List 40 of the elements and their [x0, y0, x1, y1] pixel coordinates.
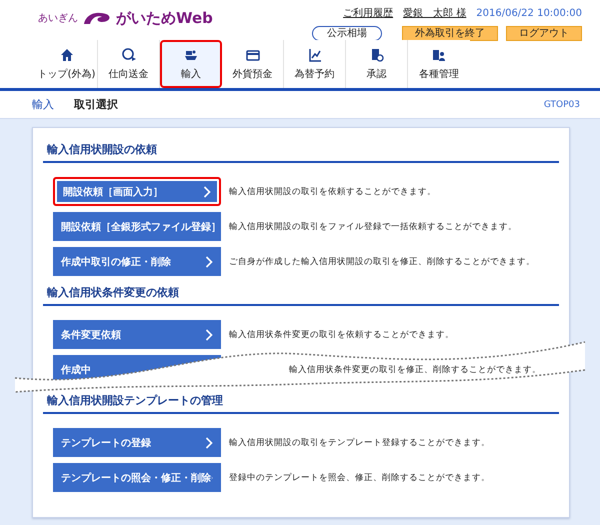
person-icon — [432, 48, 446, 62]
action-button[interactable]: 条件変更依頼 — [53, 320, 221, 349]
action-description: ご自身が作成した輸入信用状開設の取引を修正、削除することができます。 — [229, 256, 535, 268]
chevron-right-icon — [205, 328, 213, 340]
section-heading: 輸入信用状条件変更の依頼 — [43, 285, 559, 306]
swoosh-logo-icon — [82, 11, 112, 25]
section-title: 輸入 — [32, 97, 54, 112]
header-button[interactable]: ログアウト — [506, 26, 582, 41]
action-description: 輸入信用状開設の取引を依頼することができます。 — [229, 186, 436, 198]
service-name: がいためWeb — [116, 8, 213, 28]
bank-name: あいぎん — [38, 12, 78, 25]
action-description: 輸入信用状開設の取引をファイル登録で一括依頼することができます。 — [229, 220, 517, 232]
chart-icon — [308, 48, 322, 62]
header-button[interactable]: 外為取引を終了 — [402, 26, 498, 41]
action-description: 輸入信用状開設の取引をテンプレート登録することができます。 — [229, 436, 490, 448]
chevron-right-icon — [205, 256, 213, 268]
section-heading: 輸入信用状開設の依頼 — [43, 142, 559, 163]
screen-id: GTOP03 — [544, 100, 580, 110]
action-button[interactable]: テンプレートの登録 — [53, 428, 221, 457]
header-button[interactable]: 公示相場 — [312, 26, 382, 41]
page-title: 取引選択 — [74, 97, 118, 112]
nav-tab[interactable]: 輸入 — [160, 40, 222, 88]
chevron-right-icon — [205, 436, 213, 448]
login-datetime: 2016/06/22 10:00:00 — [476, 8, 582, 18]
action-button[interactable]: テンプレートの照会・修正・削除 — [53, 463, 221, 492]
action-button[interactable]: 作成中取引の修正・削除 — [53, 247, 221, 276]
nav-tab[interactable]: 承認 — [346, 40, 408, 88]
user-name-link[interactable]: 愛銀 太郎 様 — [403, 6, 466, 20]
home-icon — [60, 48, 74, 62]
ship-icon — [184, 48, 198, 62]
action-button[interactable]: 開設依頼［全銀形式ファイル登録］ — [53, 212, 221, 241]
action-button[interactable]: 開設依頼［画面入力］ — [53, 177, 221, 206]
chevron-right-icon — [203, 186, 211, 198]
card-icon — [246, 48, 260, 62]
section-heading: 輸入信用状開設テンプレートの管理 — [43, 393, 559, 414]
action-description: 登録中のテンプレートを照会、修正、削除することができます。 — [229, 472, 490, 484]
history-link[interactable]: ご利用履歴 — [343, 6, 394, 20]
action-description: 輸入信用状条件変更の取引を修正、削除することができます。 — [289, 364, 541, 376]
document-icon — [370, 48, 384, 62]
action-description: 輸入信用状条件変更の取引を依頼することができます。 — [229, 328, 454, 340]
